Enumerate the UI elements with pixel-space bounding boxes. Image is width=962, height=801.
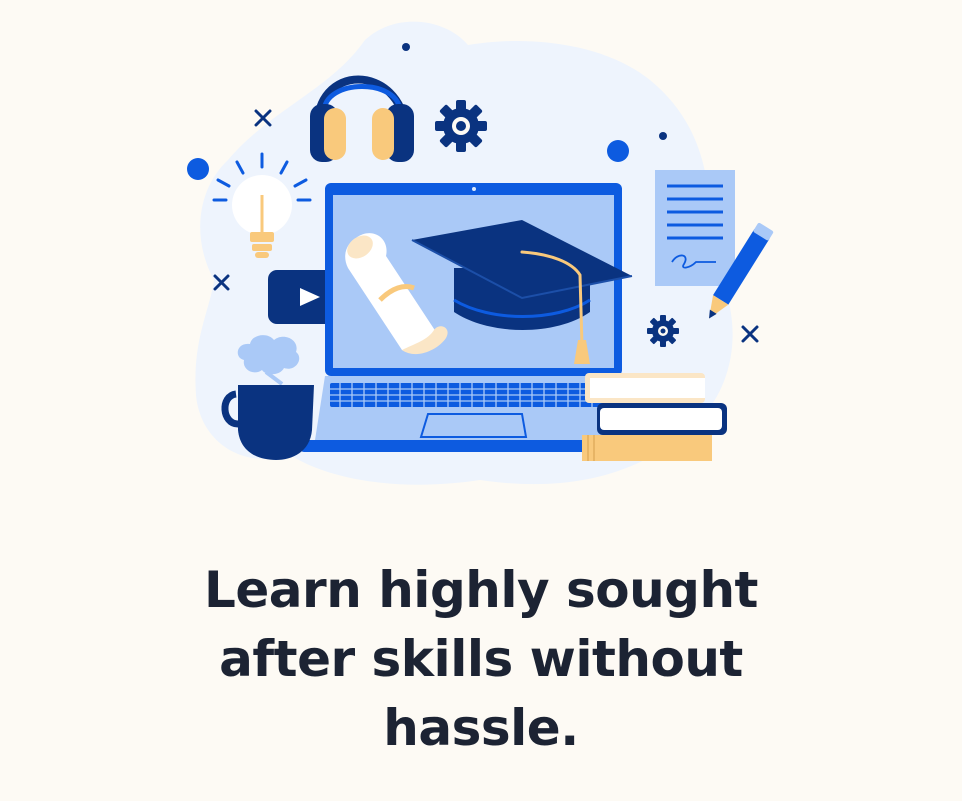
headline: Learn highly sought after skills without… <box>0 556 962 763</box>
headline-line-1: Learn highly sought <box>204 561 758 619</box>
headline-line-2: after skills without <box>219 630 743 688</box>
online-learning-illustration <box>187 21 774 485</box>
document-icon <box>655 170 735 286</box>
gear-icon <box>435 100 487 152</box>
laptop-keyboard <box>330 383 620 407</box>
headline-line-3: hassle. <box>383 699 579 757</box>
small-gear-icon <box>647 315 679 347</box>
